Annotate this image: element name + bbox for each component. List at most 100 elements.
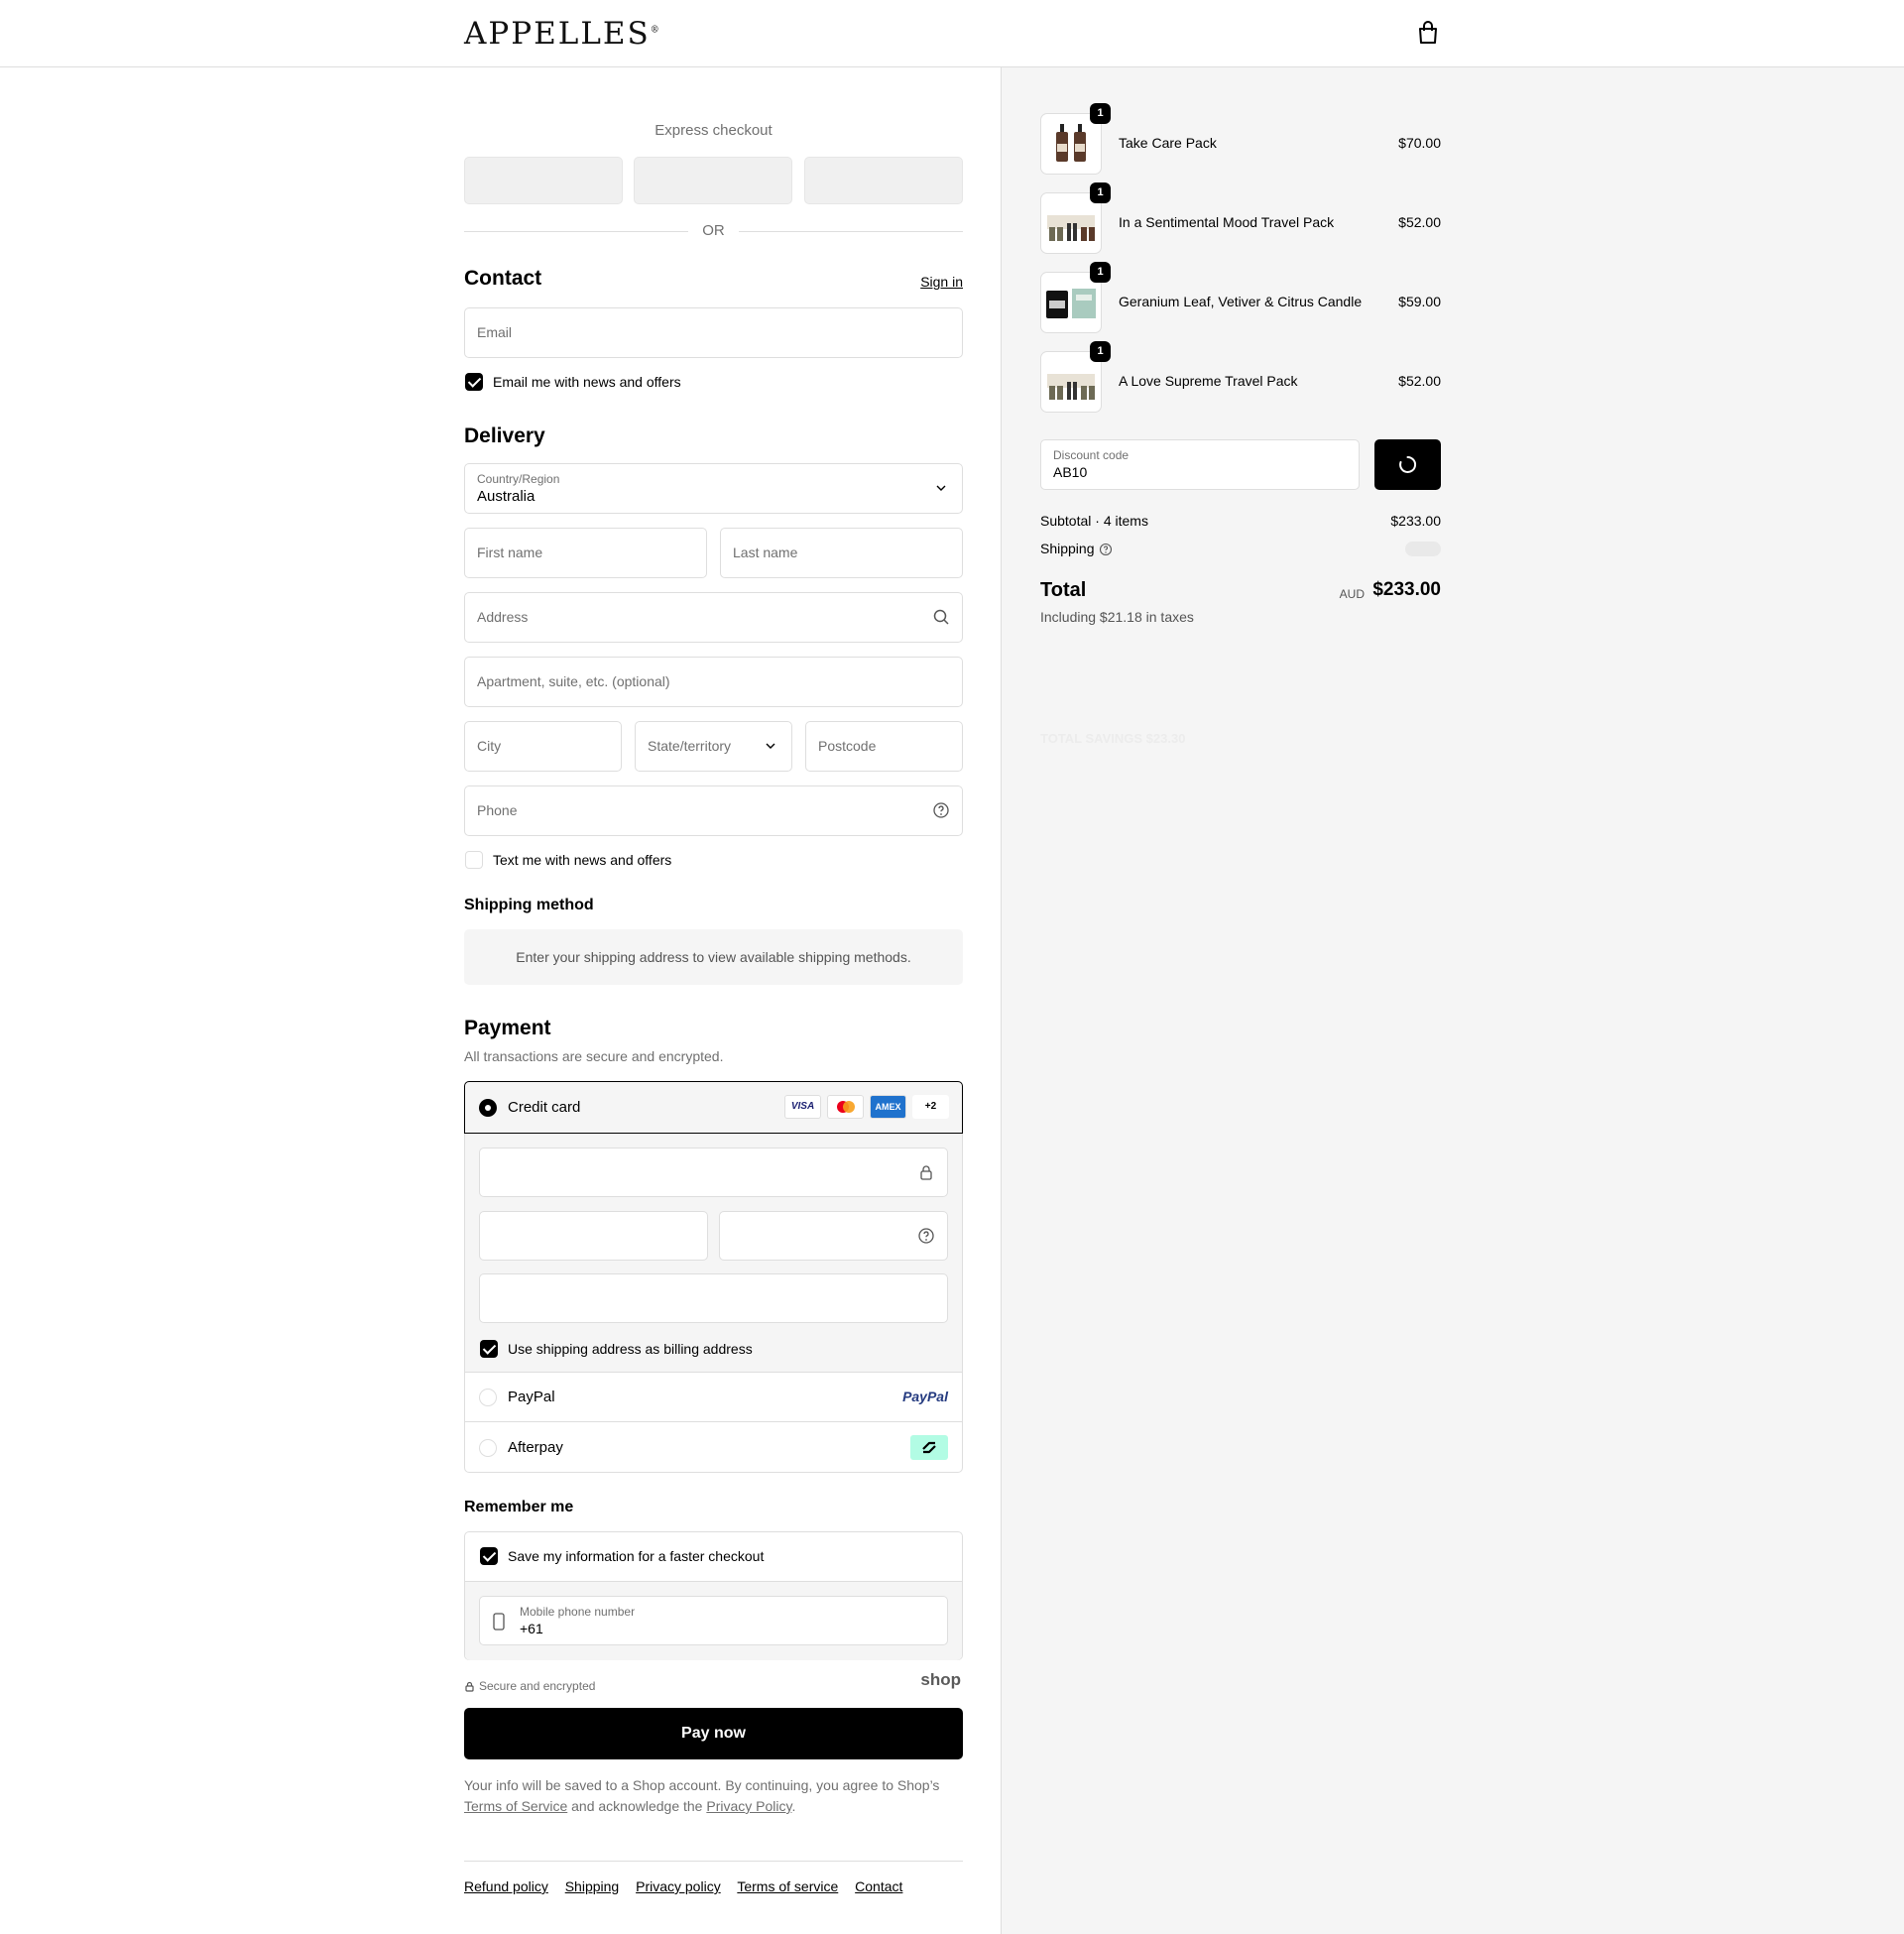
card-number-input[interactable] bbox=[479, 1148, 948, 1197]
item-price: $52.00 bbox=[1398, 373, 1441, 389]
address-input[interactable]: Address bbox=[464, 592, 963, 643]
phone-input[interactable]: Phone bbox=[464, 786, 963, 836]
shipping-method-heading: Shipping method bbox=[464, 897, 594, 913]
afterpay-option[interactable]: Afterpay bbox=[465, 1423, 962, 1473]
text-news-checkbox[interactable] bbox=[465, 851, 483, 869]
loading-spinner-icon bbox=[1399, 455, 1417, 473]
shop-privacy-link[interactable]: Privacy Policy bbox=[706, 1798, 791, 1814]
total-savings-ghost: TOTAL SAVINGS $23.30 bbox=[1040, 731, 1186, 746]
total-label: Total bbox=[1040, 579, 1087, 601]
country-select[interactable]: Country/Region Australia bbox=[464, 463, 963, 514]
express-button-2[interactable] bbox=[634, 157, 792, 204]
credit-card-form: Use shipping address as billing address bbox=[465, 1134, 962, 1373]
paypal-label: PayPal bbox=[508, 1389, 555, 1405]
legal-text: Your info will be saved to a Shop accoun… bbox=[464, 1777, 940, 1814]
subtotal-label: Subtotal · 4 items bbox=[1040, 513, 1148, 529]
help-icon[interactable] bbox=[1099, 543, 1113, 556]
footer-link-privacy[interactable]: Privacy policy bbox=[636, 1878, 721, 1894]
contact-heading: Contact bbox=[464, 267, 542, 290]
subtotal-row: Subtotal · 4 items $233.00 bbox=[1040, 513, 1441, 529]
lock-icon bbox=[920, 1165, 932, 1180]
search-icon bbox=[933, 609, 949, 625]
payment-heading: Payment bbox=[464, 1017, 551, 1039]
express-button-3[interactable] bbox=[804, 157, 963, 204]
help-icon[interactable] bbox=[917, 1227, 935, 1245]
shipping-row: Shipping bbox=[1040, 541, 1441, 556]
visa-icon: VISA bbox=[784, 1095, 821, 1119]
email-news-label: Email me with news and offers bbox=[493, 374, 681, 390]
delivery-heading: Delivery bbox=[464, 424, 545, 447]
item-name: A Love Supreme Travel Pack bbox=[1119, 373, 1298, 389]
discount-code-input[interactable]: Discount code AB10 bbox=[1040, 439, 1360, 490]
shipping-label: Shipping bbox=[1040, 541, 1095, 556]
email-news-checkbox[interactable] bbox=[465, 373, 483, 391]
express-button-1[interactable] bbox=[464, 157, 623, 204]
help-icon[interactable] bbox=[932, 801, 950, 819]
shop-terms-link[interactable]: Terms of Service bbox=[464, 1798, 567, 1814]
amex-icon: AMEX bbox=[870, 1095, 906, 1119]
text-news-label: Text me with news and offers bbox=[493, 852, 672, 868]
line-item: 1 Take Care Pack $70.00 bbox=[1040, 103, 1441, 175]
footer-link-refund[interactable]: Refund policy bbox=[464, 1878, 548, 1894]
payment-methods: Credit card VISA AMEX +2 Use shipping ad… bbox=[464, 1081, 963, 1473]
paypal-radio[interactable] bbox=[479, 1389, 497, 1406]
expiry-input[interactable] bbox=[479, 1211, 708, 1261]
item-price: $59.00 bbox=[1398, 294, 1441, 309]
name-on-card-input[interactable] bbox=[479, 1273, 948, 1323]
save-info-label: Save my information for a faster checkou… bbox=[508, 1548, 765, 1564]
payment-subtitle: All transactions are secure and encrypte… bbox=[464, 1048, 724, 1064]
state-select[interactable]: State/territory bbox=[635, 721, 792, 772]
subtotal-value: $233.00 bbox=[1390, 513, 1441, 529]
postcode-input[interactable]: Postcode bbox=[805, 721, 963, 772]
quantity-badge: 1 bbox=[1090, 341, 1111, 362]
line-item: 1 In a Sentimental Mood Travel Pack $52.… bbox=[1040, 182, 1441, 254]
security-code-input[interactable] bbox=[719, 1211, 948, 1261]
afterpay-logo-icon bbox=[910, 1435, 948, 1460]
more-cards-badge: +2 bbox=[912, 1095, 949, 1119]
credit-card-radio[interactable] bbox=[479, 1099, 497, 1117]
shop-logo: shop bbox=[920, 1670, 961, 1689]
express-checkout-label: Express checkout bbox=[654, 122, 773, 139]
email-input[interactable]: Email bbox=[464, 307, 963, 358]
save-info-checkbox[interactable] bbox=[480, 1547, 498, 1565]
shipping-loading-placeholder bbox=[1405, 542, 1441, 556]
paypal-logo: PayPal bbox=[902, 1389, 948, 1404]
quantity-badge: 1 bbox=[1090, 262, 1111, 283]
credit-card-label: Credit card bbox=[508, 1099, 581, 1116]
total-row: Total AUD $233.00 bbox=[1040, 579, 1441, 602]
chevron-down-icon bbox=[936, 485, 946, 491]
tax-note: Including $21.18 in taxes bbox=[1040, 609, 1194, 625]
shopping-bag-icon[interactable] bbox=[1417, 21, 1439, 45]
footer-link-shipping[interactable]: Shipping bbox=[565, 1878, 620, 1894]
footer-link-contact[interactable]: Contact bbox=[855, 1878, 902, 1894]
mastercard-icon bbox=[827, 1095, 864, 1119]
line-item: 1 Geranium Leaf, Vetiver & Citrus Candle… bbox=[1040, 262, 1441, 333]
afterpay-radio[interactable] bbox=[479, 1439, 497, 1457]
footer-divider bbox=[464, 1861, 963, 1862]
mobile-phone-input[interactable]: Mobile phone number +61 bbox=[479, 1596, 948, 1645]
secure-encrypted-label: Secure and encrypted bbox=[479, 1679, 596, 1693]
billing-same-checkbox[interactable] bbox=[480, 1340, 498, 1358]
first-name-input[interactable]: First name bbox=[464, 528, 707, 578]
city-input[interactable]: City bbox=[464, 721, 622, 772]
footer-links: Refund policy Shipping Privacy policy Te… bbox=[464, 1878, 915, 1894]
total-value: $233.00 bbox=[1372, 579, 1441, 600]
credit-card-option[interactable]: Credit card VISA AMEX +2 bbox=[464, 1081, 963, 1134]
or-divider: OR bbox=[464, 221, 963, 241]
footer-link-terms[interactable]: Terms of service bbox=[737, 1878, 838, 1894]
shipping-method-message: Enter your shipping address to view avai… bbox=[464, 929, 963, 985]
brand-logo[interactable]: APPELLES® bbox=[464, 16, 659, 52]
currency-code: AUD bbox=[1339, 587, 1365, 601]
sign-in-link[interactable]: Sign in bbox=[920, 274, 963, 290]
last-name-input[interactable]: Last name bbox=[720, 528, 963, 578]
chevron-down-icon bbox=[766, 743, 775, 749]
apartment-input[interactable]: Apartment, suite, etc. (optional) bbox=[464, 657, 963, 707]
apply-discount-button[interactable] bbox=[1374, 439, 1441, 490]
pay-now-button[interactable]: Pay now bbox=[464, 1708, 963, 1759]
remember-me-heading: Remember me bbox=[464, 1499, 574, 1515]
quantity-badge: 1 bbox=[1090, 182, 1111, 203]
item-price: $52.00 bbox=[1398, 214, 1441, 230]
paypal-option[interactable]: PayPal PayPal bbox=[465, 1373, 962, 1422]
quantity-badge: 1 bbox=[1090, 103, 1111, 124]
lock-icon bbox=[465, 1681, 474, 1692]
